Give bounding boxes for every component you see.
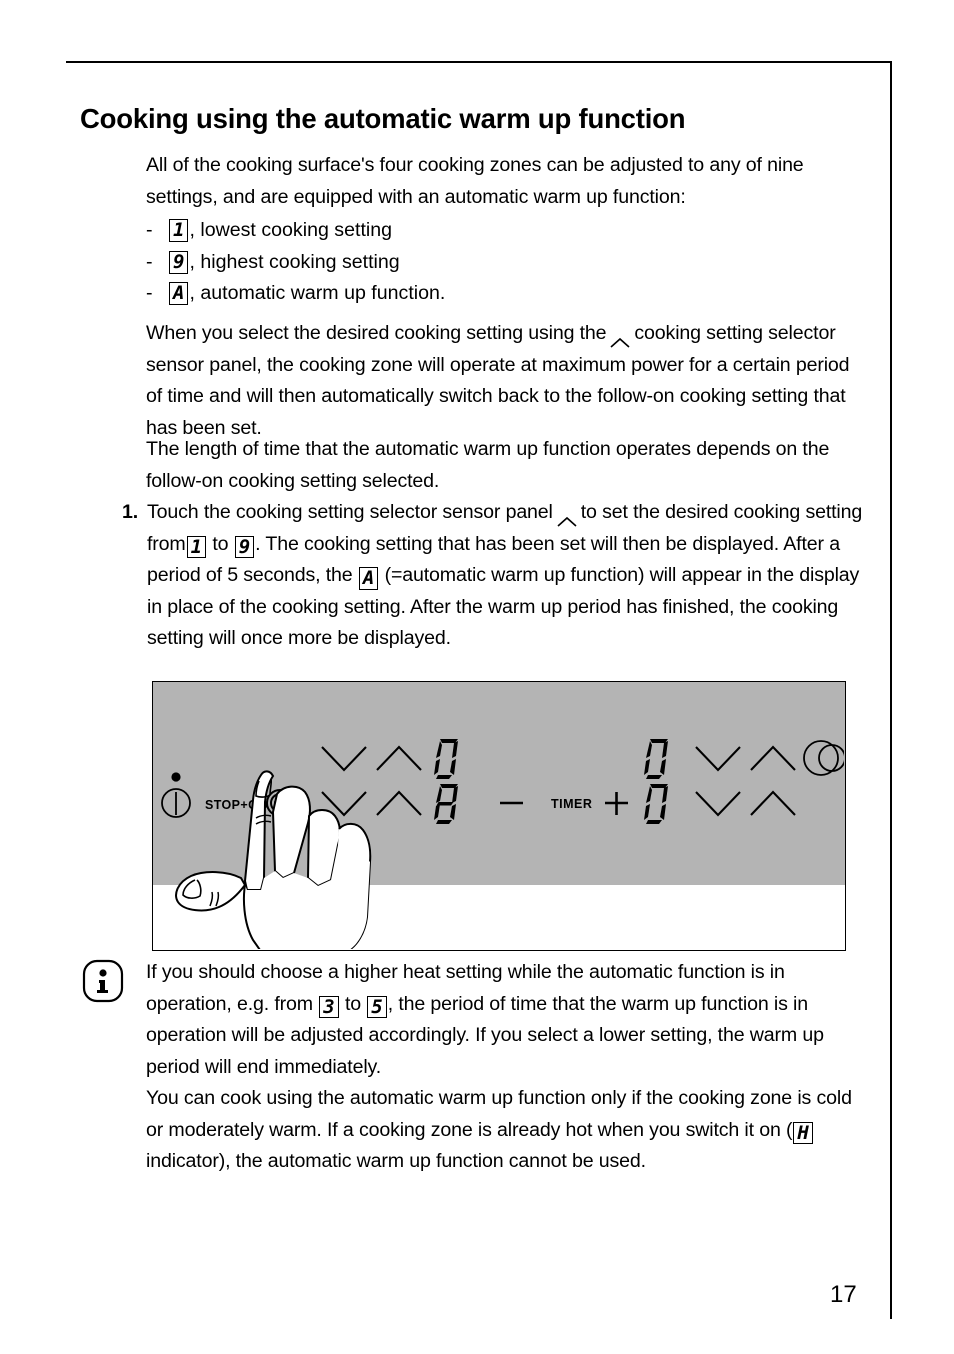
chevron-up-icon: [556, 507, 578, 527]
step-1-part3: to: [212, 532, 229, 555]
list-item-dash: -: [146, 250, 153, 273]
seven-segment-digit: A: [362, 567, 375, 589]
seven-segment-digit: 1: [173, 219, 185, 242]
step-1-part1: Touch the cooking setting selector senso…: [147, 501, 553, 523]
front-right-increase-chevron-icon[interactable]: [750, 790, 796, 816]
info-note: If you should choose a higher heat setti…: [146, 957, 868, 1178]
info-note-paragraph-2: You can cook using the automatic warm up…: [146, 1083, 868, 1178]
middle-paragraph-text: When you select the desired cooking sett…: [146, 318, 868, 444]
seven-segment-digit: 3: [323, 995, 335, 1018]
rear-right-increase-chevron-icon[interactable]: [750, 745, 796, 771]
step-1: 1. Touch the cooking setting selector se…: [122, 497, 870, 655]
intro-paragraph-text: All of the cooking surface's four cookin…: [146, 154, 804, 208]
seven-segment-digit-box: A: [169, 282, 189, 306]
list-item-label: , automatic warm up function.: [189, 282, 446, 304]
seven-segment-digit-box: A: [358, 567, 379, 590]
seven-segment-digit-box: 1: [186, 535, 207, 559]
info-note-p2-part1: You can cook using the automatic warm up…: [146, 1087, 852, 1141]
seven-segment-digit: 9: [173, 250, 185, 273]
duration-paragraph: The length of time that the automatic wa…: [146, 434, 868, 497]
chevron-up-icon: [609, 328, 631, 348]
list-item-label: , highest cooking setting: [189, 250, 400, 273]
timer-increase-icon[interactable]: [605, 792, 628, 815]
intro-paragraph: All of the cooking surface's four cookin…: [146, 150, 868, 213]
page-number: 17: [830, 1281, 857, 1308]
seven-segment-digit-box: 1: [169, 219, 189, 243]
middle-paragraph: When you select the desired cooking sett…: [146, 318, 868, 444]
info-note-p1-mid: to: [344, 992, 361, 1015]
list-item-dash: -: [146, 282, 153, 304]
front-right-display: [644, 784, 668, 824]
page-top-rule: [66, 61, 892, 63]
step-1-text: Touch the cooking setting selector senso…: [147, 497, 870, 655]
seven-segment-digit: 5: [371, 995, 383, 1018]
info-icon: [82, 959, 124, 1003]
rear-left-display: [434, 739, 458, 779]
info-note-paragraph-1: If you should choose a higher heat setti…: [146, 957, 868, 1083]
seven-segment-digit-box: 5: [367, 995, 387, 1019]
front-left-increase-chevron-icon[interactable]: [376, 790, 422, 816]
list-item: - 9 , highest cooking setting: [146, 247, 868, 279]
timer-label: TIMER: [551, 797, 592, 811]
rear-right-decrease-chevron-icon[interactable]: [695, 746, 741, 772]
page-title: Cooking using the automatic warm up func…: [80, 103, 686, 134]
list-item: - A , automatic warm up function.: [146, 278, 868, 310]
seven-segment-digit-box: H: [793, 1121, 813, 1145]
seven-segment-digit: A: [173, 282, 185, 305]
rear-right-display: [644, 739, 668, 779]
seven-segment-digit-box: 9: [169, 250, 189, 274]
control-panel-graphics: STOP+GO TIMER: [161, 739, 844, 949]
step-1-number: 1.: [122, 501, 139, 523]
power-button-icon[interactable]: [161, 772, 191, 818]
front-right-decrease-chevron-icon[interactable]: [695, 791, 741, 817]
list-item-label: , lowest cooking setting: [189, 219, 393, 241]
middle-paragraph-part1: When you select the desired cooking sett…: [146, 322, 607, 344]
page-right-rule: [890, 61, 892, 1319]
settings-list: - 1 , lowest cooking setting - 9 , highe…: [146, 215, 868, 310]
seven-segment-digit-box: 9: [234, 535, 255, 559]
seven-segment-digit: 9: [238, 535, 251, 558]
list-item: - 1 , lowest cooking setting: [146, 215, 868, 247]
info-note-p2-part2: indicator), the automatic warm up functi…: [146, 1150, 646, 1172]
rear-left-decrease-chevron-icon[interactable]: [321, 746, 367, 772]
dual-zone-icon[interactable]: [803, 740, 844, 776]
front-left-display: [434, 784, 458, 824]
duration-paragraph-text: The length of time that the automatic wa…: [146, 438, 830, 492]
rear-left-increase-chevron-icon[interactable]: [376, 745, 422, 771]
seven-segment-digit: 1: [190, 535, 203, 558]
cooktop-control-panel-illustration: STOP+GO TIMER: [152, 681, 846, 951]
seven-segment-digit: H: [797, 1121, 809, 1144]
list-item-dash: -: [146, 219, 153, 241]
seven-segment-digit-box: 3: [319, 995, 339, 1019]
